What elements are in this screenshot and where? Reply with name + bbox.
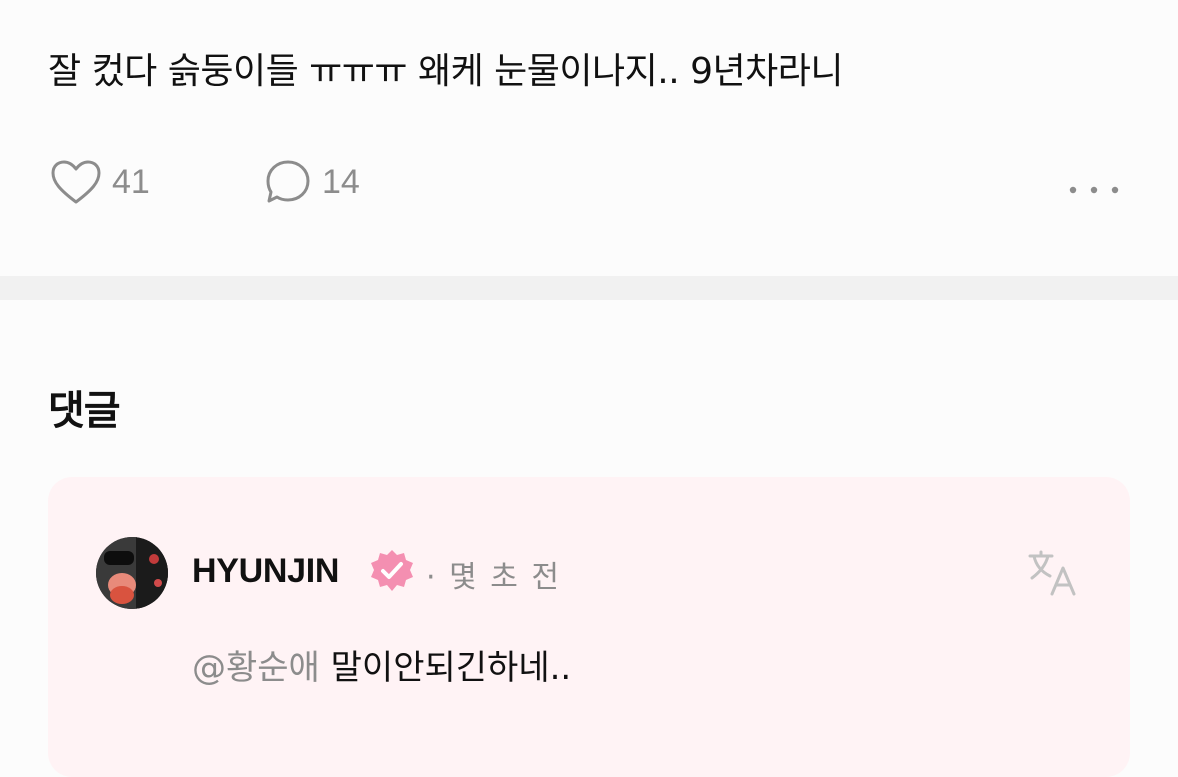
comment-username[interactable]: HYUNJIN: [192, 552, 339, 591]
post-body-text: 잘 컸다 슭둥이들 ㅠㅠㅠ 왜케 눈물이나지.. 9년차라니: [48, 51, 843, 92]
more-options-button[interactable]: [1068, 164, 1120, 216]
comment-bubble-icon: [264, 158, 312, 206]
heart-icon: [50, 159, 102, 205]
comment-body: 말이안되긴하네..: [330, 648, 572, 688]
comment-count: 14: [322, 162, 360, 201]
avatar[interactable]: [96, 537, 168, 609]
comment-timestamp: 몇 초 전: [449, 560, 561, 595]
like-count: 41: [112, 162, 150, 201]
comment-meta: · 몇 초 전: [426, 552, 561, 596]
more-options-icon: [1068, 174, 1120, 206]
comments-section-title: 댓글: [48, 388, 121, 434]
verified-badge-icon: [368, 547, 416, 595]
comment-text: @황순애 말이안되긴하네..: [192, 640, 571, 689]
translate-button[interactable]: [1026, 548, 1078, 600]
comment-card: [48, 477, 1130, 777]
section-divider: [0, 276, 1178, 300]
mention-link[interactable]: @황순애: [192, 648, 320, 688]
comment-button[interactable]: 14: [264, 156, 360, 208]
meta-separator: ·: [426, 560, 438, 595]
like-button[interactable]: 41: [50, 156, 150, 208]
translate-icon: [1026, 550, 1078, 604]
post-actions-bar: 41 14: [50, 156, 1130, 208]
